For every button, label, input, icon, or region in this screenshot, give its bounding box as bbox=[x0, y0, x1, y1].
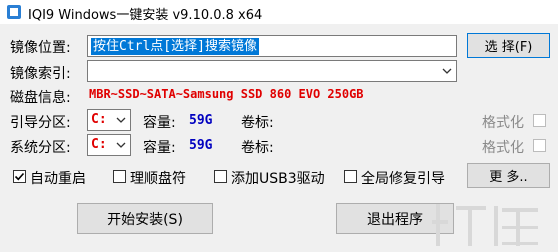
sort-drive-letters-checkbox[interactable] bbox=[113, 170, 126, 183]
system-partition-label: 系统分区: bbox=[10, 140, 71, 156]
auto-restart-checkbox[interactable] bbox=[13, 170, 26, 183]
boot-capacity-value: 59G bbox=[189, 113, 213, 128]
mirror-location-value: 按住Ctrl点[选择]搜索镜像 bbox=[91, 38, 259, 55]
auto-restart-label: 自动重启 bbox=[30, 171, 86, 187]
system-capacity-value: 59G bbox=[189, 138, 213, 153]
installer-window: IQI9 Windows一键安装 v9.10.0.8 x64 镜像位置: 按住C… bbox=[0, 0, 558, 252]
system-format-label: 格式化 bbox=[482, 140, 524, 156]
chevron-down-icon bbox=[116, 117, 126, 123]
boot-volume-label: 卷标: bbox=[241, 115, 274, 131]
app-icon bbox=[7, 5, 21, 19]
system-partition-select[interactable]: C: bbox=[87, 134, 131, 156]
boot-format-checkbox[interactable] bbox=[533, 114, 546, 127]
sort-drive-letters-label: 理顺盘符 bbox=[130, 171, 186, 187]
browse-button[interactable]: 选 择(F) bbox=[467, 33, 550, 58]
more-button[interactable]: 更 多.. bbox=[467, 163, 550, 188]
mirror-index-label: 镜像索引: bbox=[10, 66, 71, 82]
add-usb3-driver-checkbox[interactable] bbox=[214, 170, 227, 183]
mirror-location-label: 镜像位置: bbox=[10, 40, 71, 56]
watermark-logo bbox=[432, 204, 538, 246]
boot-drive-value: C: bbox=[91, 112, 107, 127]
boot-format-label: 格式化 bbox=[482, 115, 524, 131]
system-volume-label: 卷标: bbox=[241, 140, 274, 156]
mirror-index-select[interactable] bbox=[87, 60, 457, 82]
start-install-button[interactable]: 开始安装(S) bbox=[77, 203, 213, 234]
global-boot-repair-checkbox[interactable] bbox=[344, 170, 357, 183]
global-boot-repair-label: 全局修复引导 bbox=[361, 171, 445, 187]
boot-capacity-label: 容量: bbox=[143, 115, 176, 131]
boot-partition-select[interactable]: C: bbox=[87, 109, 131, 131]
system-drive-value: C: bbox=[91, 137, 107, 152]
system-format-checkbox[interactable] bbox=[533, 139, 546, 152]
add-usb3-driver-label: 添加USB3驱动 bbox=[231, 171, 325, 187]
system-capacity-label: 容量: bbox=[143, 140, 176, 156]
disk-info-label: 磁盘信息: bbox=[10, 90, 71, 106]
chevron-down-icon bbox=[442, 68, 452, 74]
title-bar: IQI9 Windows一键安装 v9.10.0.8 x64 bbox=[0, 0, 558, 24]
check-icon bbox=[14, 172, 25, 181]
mirror-location-input[interactable]: 按住Ctrl点[选择]搜索镜像 bbox=[87, 35, 457, 57]
window-title: IQI9 Windows一键安装 v9.10.0.8 x64 bbox=[28, 8, 263, 23]
chevron-down-icon bbox=[116, 142, 126, 148]
boot-partition-label: 引导分区: bbox=[10, 115, 71, 131]
disk-info-value: MBR~SSD~SATA~Samsung SSD 860 EVO 250GB bbox=[89, 87, 364, 101]
